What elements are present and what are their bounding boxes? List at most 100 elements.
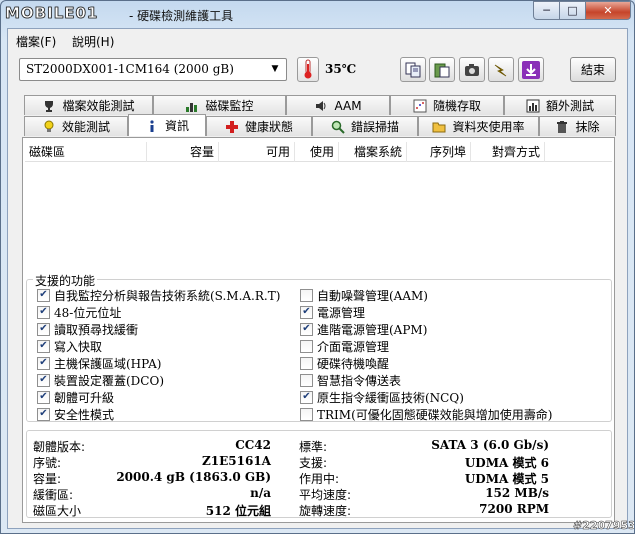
tab-label: 效能測試 <box>61 120 110 134</box>
tab-label: 磁碟監控 <box>205 99 254 113</box>
tab-extra-tests[interactable]: 額外測試 <box>504 95 616 115</box>
detail-value: Z1E5161A <box>202 454 271 468</box>
checkbox-checked-icon: ✔ <box>37 339 50 353</box>
checkbox-checked-icon: ✔ <box>37 356 50 370</box>
feature-hpa[interactable]: ✔ 主機保護區域(HPA) <box>37 355 161 371</box>
drive-select[interactable]: ST2000DX001-1CM164 (2000 gB) ▼ <box>19 58 287 81</box>
feature-write-cache[interactable]: ✔ 寫入快取 <box>37 338 102 354</box>
detail-serial: 序號: Z1E5161A <box>33 454 271 470</box>
detail-value: 2000.4 gB (1863.0 GB) <box>116 470 271 484</box>
column-header[interactable]: 容量 <box>147 142 219 162</box>
feature-smart-command-table[interactable]: 智慧指令傳送表 <box>300 372 401 388</box>
tab-erase[interactable]: 抹除 <box>539 116 616 136</box>
detail-supported-mode: 支援: UDMA 模式 6 <box>299 454 549 470</box>
feature-ncq[interactable]: ✔ 原生指令緩衝區技術(NCQ) <box>300 389 464 405</box>
health-cross-icon <box>225 120 238 133</box>
menu-help[interactable]: 說明(H) <box>72 33 114 50</box>
feature-trim[interactable]: TRIM(可優化固態硬碟效能與增加使用壽命) <box>300 406 552 422</box>
camera-icon <box>465 63 479 76</box>
feature-label: 韌體可升級 <box>54 390 115 405</box>
tab-folder-usage[interactable]: 資料夾使用率 <box>418 116 539 136</box>
checkbox-unchecked-icon <box>300 339 313 353</box>
minimize-button[interactable]: ─ <box>533 1 560 20</box>
options-button[interactable] <box>488 57 514 82</box>
details-group: 韌體版本: CC42 序號: Z1E5161A 容量: 2000.4 gB (1… <box>26 430 612 518</box>
temperature-button[interactable] <box>297 57 319 82</box>
download-button[interactable] <box>518 57 544 82</box>
feature-read-lookahead[interactable]: ✔ 讀取預尋找緩衝 <box>37 321 138 337</box>
menu-file[interactable]: 檔案(F) <box>16 33 56 50</box>
detail-label: 容量: <box>33 472 62 486</box>
tab-label: 資料夾使用率 <box>452 120 525 134</box>
menu-bar: 檔案(F) 說明(H) <box>8 29 627 51</box>
magnifier-icon <box>331 120 345 134</box>
feature-firmware-upgrade[interactable]: ✔ 韌體可升級 <box>37 389 114 405</box>
screenshot-button[interactable] <box>459 57 485 82</box>
tab-health[interactable]: 健康狀態 <box>206 116 312 136</box>
info-icon <box>150 119 154 132</box>
detail-label: 序號: <box>33 456 62 470</box>
maximize-button[interactable]: □ <box>559 1 586 20</box>
column-header[interactable]: 對齊方式 <box>471 142 545 162</box>
tab-label: 隨機存取 <box>432 99 481 113</box>
checkbox-checked-icon: ✔ <box>37 390 50 404</box>
tab-strip: 檔案效能測試 磁碟監控 AAM 隨機存取 額外測試 效能測試 資訊 健康狀態 錯… <box>8 89 627 139</box>
checkbox-unchecked-icon <box>300 356 313 370</box>
tab-error-scan[interactable]: 錯誤掃描 <box>312 116 418 136</box>
checkbox-checked-icon: ✔ <box>37 305 50 319</box>
feature-apm[interactable]: ✔ 進階電源管理(APM) <box>300 321 427 337</box>
detail-average-speed: 平均速度: 152 MB/s <box>299 486 549 502</box>
detail-label: 磁區大小 <box>33 504 82 518</box>
exit-button-label: 結束 <box>580 63 605 77</box>
column-header[interactable]: 可用 <box>219 142 295 162</box>
column-header[interactable]: 磁碟區 <box>25 142 147 162</box>
feature-label: TRIM(可優化固態硬碟效能與增加使用壽命) <box>317 407 553 422</box>
tab-file-benchmark[interactable]: 檔案效能測試 <box>24 95 153 115</box>
exit-button[interactable]: 結束 <box>570 57 616 82</box>
detail-label: 標準: <box>299 440 328 454</box>
tab-label: 資訊 <box>164 119 189 133</box>
feature-dco[interactable]: ✔ 裝置設定覆蓋(DCO) <box>37 372 164 388</box>
close-button[interactable]: ✕ <box>585 1 631 20</box>
column-header[interactable]: 使用 <box>295 142 339 162</box>
feature-label: 48-位元位址 <box>54 305 122 320</box>
feature-label: 介面電源管理 <box>317 339 390 354</box>
feature-label: 智慧指令傳送表 <box>317 373 402 388</box>
trophy-icon <box>45 100 54 112</box>
paste-button[interactable] <box>429 57 455 82</box>
feature-aam[interactable]: 自動噪聲管理(AAM) <box>300 287 428 303</box>
detail-active-mode: 作用中: UDMA 模式 5 <box>299 470 549 486</box>
checkbox-unchecked-icon <box>300 407 313 421</box>
close-icon: ✕ <box>603 4 613 17</box>
column-header[interactable]: 序列埠 <box>407 142 471 162</box>
feature-label: 電源管理 <box>317 305 366 320</box>
copy-button[interactable] <box>400 57 426 82</box>
title-bar: MOBILE01 - 硬碟檢測維護工具 ─ □ ✕ <box>1 1 634 27</box>
detail-value: 512 位元組 <box>205 504 271 518</box>
info-panel: 磁碟區 容量 可用 使用 檔案系統 序列埠 對齊方式 支援的功能 ✔ 自我監控分… <box>22 137 615 523</box>
detail-value: CC42 <box>235 438 271 452</box>
tab-aam[interactable]: AAM <box>286 95 390 115</box>
detail-firmware: 韌體版本: CC42 <box>33 438 271 454</box>
detail-label: 平均速度: <box>299 488 352 502</box>
app-logo: MOBILE01 <box>5 4 99 23</box>
tab-random-access[interactable]: 隨機存取 <box>390 95 504 115</box>
tab-info[interactable]: 資訊 <box>128 114 206 136</box>
tab-disk-monitor[interactable]: 磁碟監控 <box>153 95 286 115</box>
tab-label: AAM <box>334 98 362 113</box>
feature-label: 裝置設定覆蓋(DCO) <box>54 373 165 388</box>
detail-standard: 標準: SATA 3 (6.0 Gb/s) <box>299 438 549 454</box>
feature-interface-power[interactable]: 介面電源管理 <box>300 338 389 354</box>
detail-value: 152 MB/s <box>485 486 549 500</box>
detail-label: 緩衝區: <box>33 488 74 502</box>
tab-benchmark[interactable]: 效能測試 <box>24 116 128 136</box>
detail-buffer: 緩衝區: n/a <box>33 486 271 502</box>
feature-power-management[interactable]: ✔ 電源管理 <box>300 304 365 320</box>
feature-security-mode[interactable]: ✔ 安全性模式 <box>37 406 114 422</box>
temperature-value: 35℃ <box>325 62 357 76</box>
feature-standby-wake[interactable]: 硬碟待機喚醒 <box>300 355 389 371</box>
feature-smart[interactable]: ✔ 自我監控分析與報告技術系統(S.M.A.R.T) <box>37 287 280 303</box>
partition-list[interactable] <box>25 163 612 278</box>
column-header[interactable]: 檔案系統 <box>339 142 407 162</box>
feature-48bit[interactable]: ✔ 48-位元位址 <box>37 304 121 320</box>
